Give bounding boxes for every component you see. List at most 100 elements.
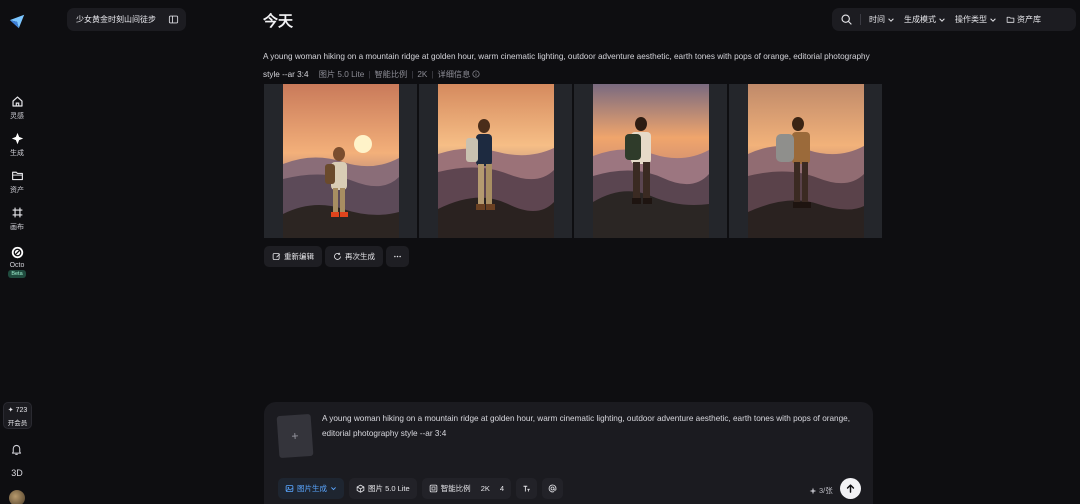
hiker-photo-image <box>283 84 399 238</box>
sidebar-item-label: Octo <box>9 262 25 269</box>
time-filter-label: 时间 <box>869 15 885 24</box>
chevron-down-icon <box>331 487 336 491</box>
sidebar-item-label: 生成 <box>10 150 24 157</box>
photo <box>283 84 399 238</box>
model-select[interactable]: 图片 5.0 Lite <box>349 478 417 499</box>
cost-indicator: 3/张 <box>809 485 833 496</box>
image-icon <box>285 485 294 492</box>
ratio-resolution-count-select[interactable]: 智能比例 2K 4 <box>421 478 512 499</box>
folder-icon <box>1006 16 1015 23</box>
credits-count: ✦ 723 <box>4 406 31 414</box>
hiker-photo-image <box>593 84 709 238</box>
chevron-down-icon <box>939 17 945 22</box>
bell-icon[interactable] <box>10 443 23 456</box>
reedit-label: 重新编辑 <box>284 252 314 261</box>
refresh-icon <box>334 252 341 260</box>
folder-icon <box>11 171 23 181</box>
sidebar-item-octo[interactable]: Octo Beta <box>0 246 34 278</box>
home-icon <box>11 96 23 107</box>
generation-mode-label: 图片生成 <box>297 484 327 493</box>
op-type-filter[interactable]: 操作类型 <box>955 14 997 25</box>
sidebar-toggle-icon[interactable] <box>168 14 179 25</box>
mode-filter[interactable]: 生成模式 <box>904 14 946 25</box>
divider: | <box>431 70 434 79</box>
ratio-tag: 智能比例 <box>374 70 408 79</box>
mention-button[interactable] <box>542 478 564 499</box>
page-title: 今天 <box>263 13 294 30</box>
at-sign-icon <box>548 484 557 493</box>
session-title: 少女黄金时刻山间徒步 <box>76 15 156 24</box>
photo <box>593 84 709 238</box>
model-tag: 图片 5.0 Lite <box>318 70 365 79</box>
result-image-4[interactable] <box>729 84 882 238</box>
hiker-photo-image <box>438 84 554 238</box>
resolution-tag: 2K <box>417 70 428 79</box>
chevron-down-icon <box>990 17 996 22</box>
composer-options: 图片生成 图片 5.0 Lite 智能比例 2K 4 <box>278 478 564 499</box>
arrow-up-icon <box>846 484 855 493</box>
beta-badge: Beta <box>8 270 26 278</box>
photo <box>748 84 864 238</box>
photo <box>438 84 554 238</box>
text-style-button[interactable] <box>516 478 538 499</box>
text-style-icon <box>523 485 530 492</box>
3d-nav-item[interactable]: 3D <box>0 468 34 478</box>
regenerate-button[interactable]: 再次生成 <box>325 246 383 267</box>
octo-icon <box>11 246 23 259</box>
credits-badge[interactable]: ✦ 723 开会员 <box>3 402 32 429</box>
canvas-icon <box>12 207 22 218</box>
divider: | <box>368 70 371 79</box>
credits-value: 723 <box>15 407 28 414</box>
edit-icon <box>272 253 281 260</box>
divider <box>860 14 861 25</box>
more-icon <box>394 255 401 258</box>
sparkle-icon: ✦ <box>7 407 16 414</box>
info-icon[interactable] <box>472 70 480 78</box>
prompt-input[interactable]: A young woman hiking on a mountain ridge… <box>322 411 862 441</box>
result-image-2[interactable] <box>419 84 572 238</box>
mode-filter-label: 生成模式 <box>904 15 936 24</box>
prompt-composer: + A young woman hiking on a mountain rid… <box>264 402 873 504</box>
asset-library-label: 资产库 <box>1017 15 1041 24</box>
left-rail: 灵感 生成 资产 画布 Octo Beta ✦ 723 开会员 3D <box>0 0 34 504</box>
result-image-grid <box>264 84 882 238</box>
send-button[interactable] <box>840 478 861 499</box>
hiker-photo-image <box>748 84 864 238</box>
result-prompt: A young woman hiking on a mountain ridge… <box>263 48 883 84</box>
count-label: 4 <box>499 484 505 493</box>
chevron-down-icon <box>888 17 894 22</box>
model-label: 图片 5.0 Lite <box>368 484 410 493</box>
details-link[interactable]: 详细信息 <box>438 70 471 79</box>
more-button[interactable] <box>386 246 409 267</box>
search-icon[interactable] <box>840 13 853 26</box>
time-filter[interactable]: 时间 <box>869 14 895 25</box>
asset-library-button[interactable]: 资产库 <box>1006 14 1041 25</box>
divider: | <box>411 70 414 79</box>
avatar[interactable] <box>9 490 25 504</box>
sidebar-item-label: 资产 <box>10 187 24 194</box>
app-logo-icon[interactable] <box>8 12 26 30</box>
resolution-label: 2K <box>480 484 490 493</box>
sidebar-item-assets[interactable]: 资产 <box>0 169 34 195</box>
cost-label: 3/张 <box>819 486 833 495</box>
result-actions: 重新编辑 再次生成 <box>264 246 409 267</box>
ratio-label: 智能比例 <box>440 484 471 493</box>
top-toolbar: 时间 生成模式 操作类型 资产库 <box>832 8 1076 31</box>
sidebar-item-generate[interactable]: 生成 <box>0 132 34 158</box>
session-chip[interactable]: 少女黄金时刻山间徒步 <box>67 8 186 31</box>
sidebar-item-canvas[interactable]: 画布 <box>0 206 34 232</box>
generation-mode-select[interactable]: 图片生成 <box>278 478 344 499</box>
add-reference-image-button[interactable]: + <box>276 413 314 459</box>
sparkle-icon <box>809 487 817 494</box>
aspect-ratio-icon <box>429 484 437 493</box>
result-image-3[interactable] <box>574 84 727 238</box>
op-type-filter-label: 操作类型 <box>955 15 987 24</box>
result-image-1[interactable] <box>264 84 417 238</box>
sidebar-item-label: 画布 <box>10 224 24 231</box>
sidebar-item-inspiration[interactable]: 灵感 <box>0 95 34 121</box>
reedit-button[interactable]: 重新编辑 <box>264 246 322 267</box>
cube-icon <box>356 484 365 493</box>
regenerate-label: 再次生成 <box>345 252 375 261</box>
vip-label: 开会员 <box>7 420 28 427</box>
plus-icon: + <box>291 428 299 444</box>
